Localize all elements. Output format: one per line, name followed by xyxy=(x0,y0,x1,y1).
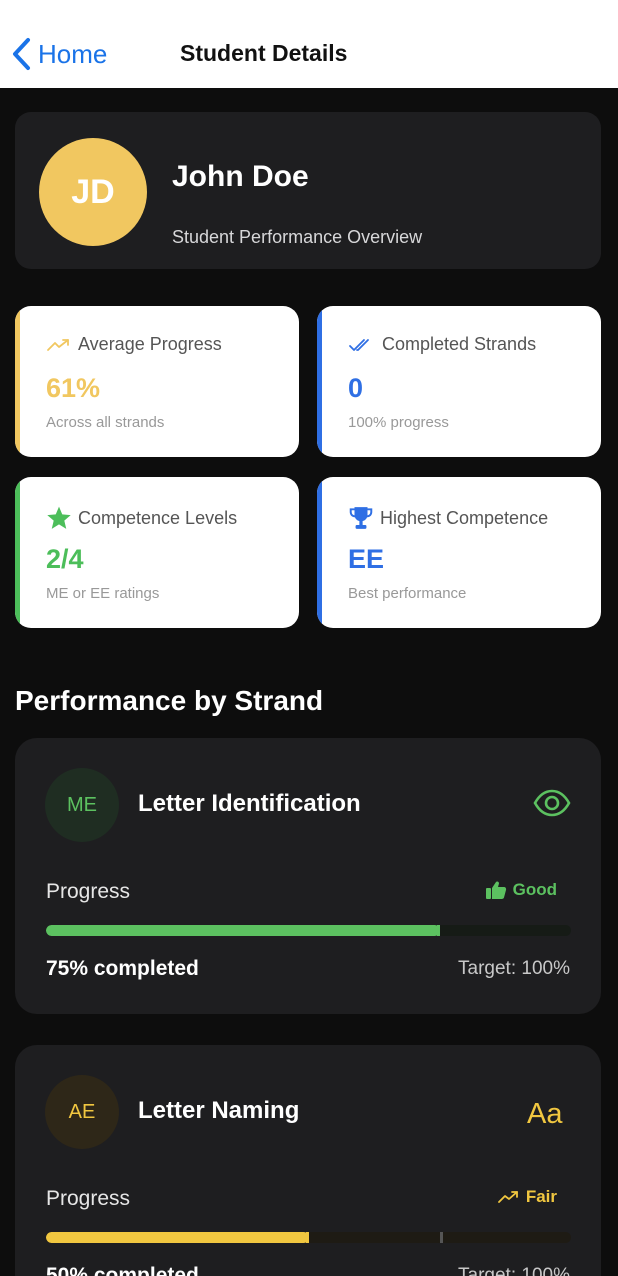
star-icon xyxy=(47,506,71,529)
accent-bar xyxy=(317,306,322,457)
completed-text: 75% completed xyxy=(46,957,199,980)
strand-name: Letter Naming xyxy=(138,1097,300,1124)
student-name: John Doe xyxy=(172,160,309,193)
stat-title: Competence Levels xyxy=(78,507,238,528)
eye-icon[interactable] xyxy=(533,788,571,818)
rating-text: Good xyxy=(512,880,557,899)
progress-track xyxy=(46,1232,571,1243)
strand-name: Letter Identification xyxy=(138,790,361,817)
navigation-bar: Home Student Details xyxy=(0,0,618,88)
stat-title: Highest Competence xyxy=(380,507,549,528)
stat-note: Best performance xyxy=(348,585,467,602)
competence-badge: ME xyxy=(45,768,119,842)
stat-card-competence-levels[interactable]: Competence Levels 2/4 ME or EE ratings xyxy=(15,477,299,628)
progress-marker xyxy=(305,1232,309,1243)
profile-subtitle: Student Performance Overview xyxy=(172,227,423,247)
target-text: Target: 100% xyxy=(458,1265,570,1276)
stat-value: 0 xyxy=(348,373,364,403)
rating-text: Fair xyxy=(525,1187,557,1206)
rating-badge: Good xyxy=(485,880,557,900)
rating-badge: Fair xyxy=(497,1187,557,1207)
progress-label: Progress xyxy=(46,880,131,903)
page-title: Student Details xyxy=(180,40,348,66)
stat-note: 100% progress xyxy=(348,414,449,431)
completed-text: 50% completed xyxy=(46,1264,199,1276)
trending-up-icon xyxy=(497,1191,518,1203)
chevron-left-icon xyxy=(13,38,30,70)
section-title: Performance by Strand xyxy=(15,685,324,716)
text-aa-icon[interactable]: Aa xyxy=(527,1095,571,1129)
stat-value: 2/4 xyxy=(46,544,84,574)
stat-card-average-progress[interactable]: Average Progress 61% Across all strands xyxy=(15,306,299,457)
target-text: Target: 100% xyxy=(458,958,570,979)
trending-up-icon xyxy=(47,338,69,351)
competence-badge: AE xyxy=(45,1075,119,1149)
stat-note: ME or EE ratings xyxy=(46,585,160,602)
stat-card-highest-competence[interactable]: Highest Competence EE Best performance xyxy=(317,477,601,628)
accent-bar xyxy=(317,477,322,628)
progress-label: Progress xyxy=(46,1187,131,1210)
content-area[interactable]: JD John Doe Student Performance Overview… xyxy=(0,88,618,1276)
progress-fill xyxy=(46,1232,309,1243)
double-check-icon xyxy=(349,338,369,351)
stat-note: Across all strands xyxy=(46,414,165,431)
progress-track xyxy=(46,925,571,936)
strand-card-letter-naming[interactable]: AE Letter Naming Aa Progress Fair 50% co… xyxy=(15,1045,601,1276)
tick-marker xyxy=(440,1232,443,1243)
back-button[interactable]: Home xyxy=(10,36,107,72)
stat-card-completed-strands[interactable]: Completed Strands 0 100% progress xyxy=(317,306,601,457)
progress-marker xyxy=(436,925,440,936)
back-label: Home xyxy=(38,38,108,69)
accent-bar xyxy=(15,306,20,457)
accent-bar xyxy=(15,477,20,628)
profile-card: JD John Doe Student Performance Overview xyxy=(15,112,601,269)
avatar: JD xyxy=(39,138,147,246)
stat-title: Completed Strands xyxy=(382,334,537,354)
stat-value: 61% xyxy=(46,373,101,403)
stat-value: EE xyxy=(348,544,385,574)
progress-fill xyxy=(46,925,440,936)
thumbs-up-icon xyxy=(485,881,506,899)
svg-text:Aa: Aa xyxy=(527,1098,563,1129)
trophy-icon xyxy=(349,507,373,529)
stat-title: Average Progress xyxy=(78,334,222,354)
strand-card-letter-identification[interactable]: ME Letter Identification Progress Good 7… xyxy=(15,738,601,1014)
